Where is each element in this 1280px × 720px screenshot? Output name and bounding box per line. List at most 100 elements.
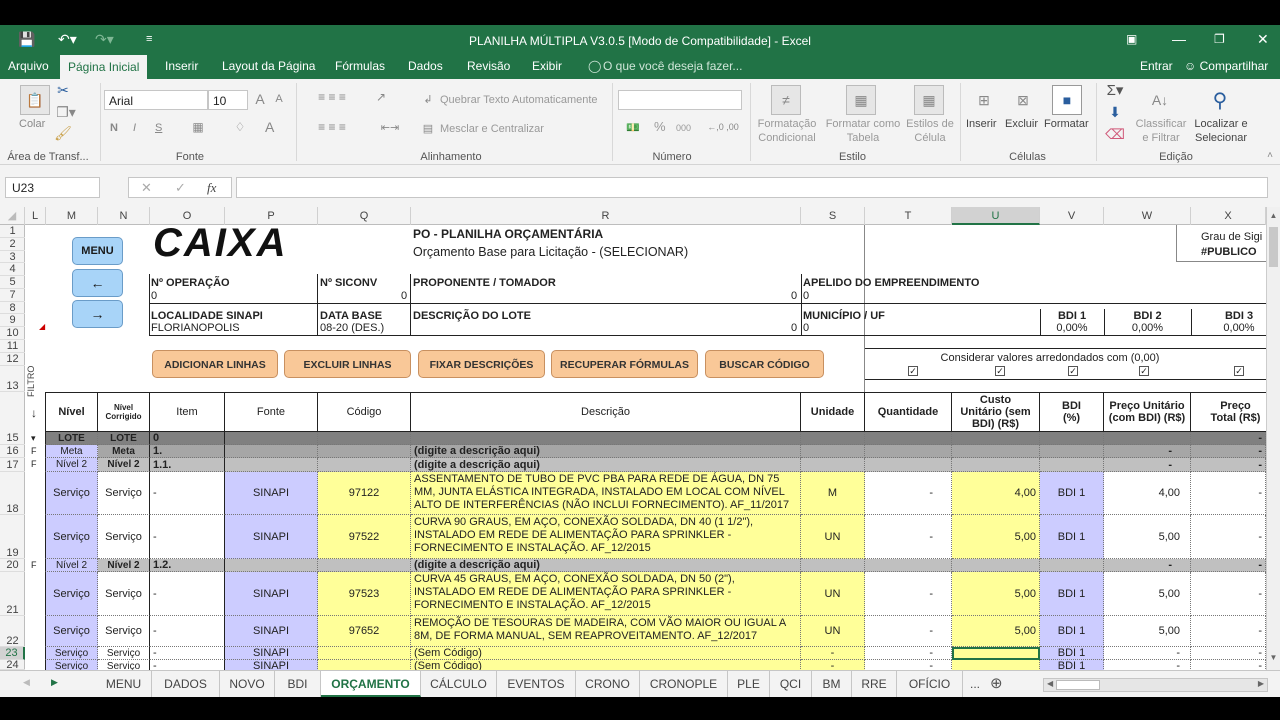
cell-pu[interactable] xyxy=(1104,432,1191,445)
cell-item[interactable]: - xyxy=(150,472,225,515)
sheet-tab[interactable]: BM xyxy=(812,671,852,697)
cell-styles-icon[interactable]: ▦ xyxy=(914,85,944,115)
cell-custo[interactable]: 5,00 xyxy=(952,572,1040,616)
format-cells-icon[interactable]: ■ xyxy=(1052,85,1082,115)
copy-icon[interactable]: ❐▾ xyxy=(55,104,77,120)
sheet-tab[interactable]: CÁLCULO xyxy=(421,671,497,697)
cell-qtd[interactable] xyxy=(865,445,952,458)
cell-qtd[interactable]: - xyxy=(865,647,952,660)
cell-nivel[interactable]: Serviço xyxy=(45,647,98,660)
cell-nivel[interactable]: Serviço xyxy=(45,616,98,647)
delete-rows-button[interactable]: EXCLUIR LINHAS xyxy=(284,350,411,378)
cell-corr[interactable]: Serviço xyxy=(98,647,150,660)
horizontal-align-icons[interactable]: ≡ ≡ ≡ xyxy=(302,119,362,135)
scroll-down-icon[interactable]: ▼ xyxy=(1268,653,1279,665)
cell-desc[interactable]: ASSENTAMENTO DE TUBO DE PVC PBA PARA RED… xyxy=(411,472,801,515)
cancel-icon[interactable]: ✕ xyxy=(141,180,152,196)
thousands-button[interactable]: 000 xyxy=(676,121,691,135)
underline-button[interactable]: S xyxy=(155,121,162,135)
cell-codigo[interactable]: 97523 xyxy=(318,572,411,616)
cell-un[interactable] xyxy=(801,432,865,445)
cell-item[interactable]: 0 xyxy=(150,432,225,445)
row-header[interactable]: 22 xyxy=(0,616,25,647)
tab-pagina-inicial[interactable]: Página Inicial xyxy=(60,55,148,79)
col-header-selected[interactable]: U xyxy=(952,207,1040,225)
cell-pu[interactable]: - xyxy=(1104,559,1191,572)
col-header[interactable]: Q xyxy=(318,207,411,225)
minimize-icon[interactable]: — xyxy=(1172,31,1186,47)
scroll-up-icon[interactable]: ▲ xyxy=(1268,211,1279,223)
menu-button[interactable]: MENU xyxy=(72,237,123,265)
tab-arquivo[interactable]: Arquivo xyxy=(6,59,51,73)
ribbon-display-icon[interactable]: ▣ xyxy=(1126,31,1137,47)
cell-fonte[interactable]: SINAPI xyxy=(225,660,318,670)
sheet-tab[interactable]: CRONOPLE xyxy=(640,671,728,697)
cell-qtd[interactable]: - xyxy=(865,660,952,670)
col-header[interactable]: N xyxy=(98,207,150,225)
rounding-checkbox-preco-unit[interactable]: ✓ xyxy=(1139,366,1149,376)
cell-qtd[interactable]: - xyxy=(865,515,952,559)
insert-cells-button[interactable]: Inserir xyxy=(966,117,997,131)
cell-item[interactable]: 1.2. xyxy=(150,559,225,572)
cell-codigo[interactable] xyxy=(318,660,411,670)
next-sheet-icon[interactable]: ▶ xyxy=(51,677,58,688)
scroll-left-icon[interactable]: ◀ xyxy=(1047,679,1053,688)
enter-icon[interactable]: ✓ xyxy=(175,180,186,196)
cell-qtd[interactable]: - xyxy=(865,572,952,616)
cell-fonte[interactable]: SINAPI xyxy=(225,616,318,647)
col-header[interactable]: V xyxy=(1040,207,1104,225)
recover-formulas-button[interactable]: RECUPERAR FÓRMULAS xyxy=(551,350,698,378)
cell-un[interactable]: M xyxy=(801,472,865,515)
cell-codigo[interactable] xyxy=(318,458,411,472)
font-size-select[interactable]: 10 xyxy=(208,90,248,110)
cell-corr[interactable]: Meta xyxy=(98,445,150,458)
cell-custo[interactable] xyxy=(952,559,1040,572)
cell-un[interactable]: UN xyxy=(801,515,865,559)
orientation-icon[interactable]: ↗ xyxy=(370,89,392,105)
row-header[interactable]: 21 xyxy=(0,572,25,616)
fill-color-icon[interactable]: ♢ xyxy=(230,119,250,135)
cell-custo[interactable]: 5,00 xyxy=(952,515,1040,559)
rounding-checkbox-quantidade[interactable]: ✓ xyxy=(908,366,918,376)
sheet-tab[interactable]: ... xyxy=(963,671,987,697)
cell-bdi[interactable]: BDI 1 xyxy=(1040,616,1104,647)
sheet-tab[interactable]: ORÇAMENTO xyxy=(321,671,421,697)
cell-corr[interactable]: Serviço xyxy=(98,660,150,670)
cell-un[interactable]: UN xyxy=(801,572,865,616)
cell-codigo[interactable]: 97522 xyxy=(318,515,411,559)
row-header[interactable]: 18 xyxy=(0,472,25,515)
conditional-formatting-button[interactable]: Formatação Condicional xyxy=(752,117,822,145)
cell-custo[interactable] xyxy=(952,660,1040,670)
tab-revisao[interactable]: Revisão xyxy=(465,59,512,73)
cell-item[interactable]: - xyxy=(150,515,225,559)
cell-pt[interactable]: - xyxy=(1191,647,1266,660)
search-code-button[interactable]: BUSCAR CÓDIGO xyxy=(705,350,824,378)
tab-dados[interactable]: Dados xyxy=(406,59,445,73)
cell-desc[interactable]: (digite a descrição aqui) xyxy=(411,559,801,572)
cell-nivel[interactable]: LOTE xyxy=(45,432,98,445)
cell-pt[interactable]: - xyxy=(1191,445,1266,458)
cell-qtd[interactable] xyxy=(865,432,952,445)
row-header[interactable]: 3 xyxy=(0,251,25,263)
row-header[interactable]: 24 xyxy=(0,660,25,671)
localidade-value[interactable]: FLORIANOPOLIS xyxy=(151,322,240,335)
row-header[interactable]: 1 xyxy=(0,225,25,238)
italic-button[interactable]: I xyxy=(133,121,136,135)
cell-pt[interactable]: - xyxy=(1191,660,1266,670)
tab-formulas[interactable]: Fórmulas xyxy=(333,59,387,73)
cell-item[interactable]: - xyxy=(150,616,225,647)
cell-un[interactable]: - xyxy=(801,647,865,660)
cell-pt[interactable]: - xyxy=(1191,559,1266,572)
sort-filter-button[interactable]: Classificar e Filtrar xyxy=(1134,117,1188,145)
proponente-value[interactable]: 0 xyxy=(791,290,797,303)
tab-inserir[interactable]: Inserir xyxy=(163,59,200,73)
format-as-table-button[interactable]: Formatar como Tabela xyxy=(823,117,903,145)
cell-custo[interactable] xyxy=(952,647,1040,660)
cell-desc[interactable]: CURVA 45 GRAUS, EM AÇO, CONEXÃO SOLDADA,… xyxy=(411,572,801,616)
indent-icons[interactable]: ⇤⇥ xyxy=(370,119,410,135)
format-cells-button[interactable]: Formatar xyxy=(1044,117,1089,131)
cell-item[interactable]: 1.1. xyxy=(150,458,225,472)
cell-pu[interactable]: 5,00 xyxy=(1104,515,1191,559)
cell-bdi[interactable] xyxy=(1040,559,1104,572)
apelido-value[interactable]: 0 xyxy=(803,290,809,303)
